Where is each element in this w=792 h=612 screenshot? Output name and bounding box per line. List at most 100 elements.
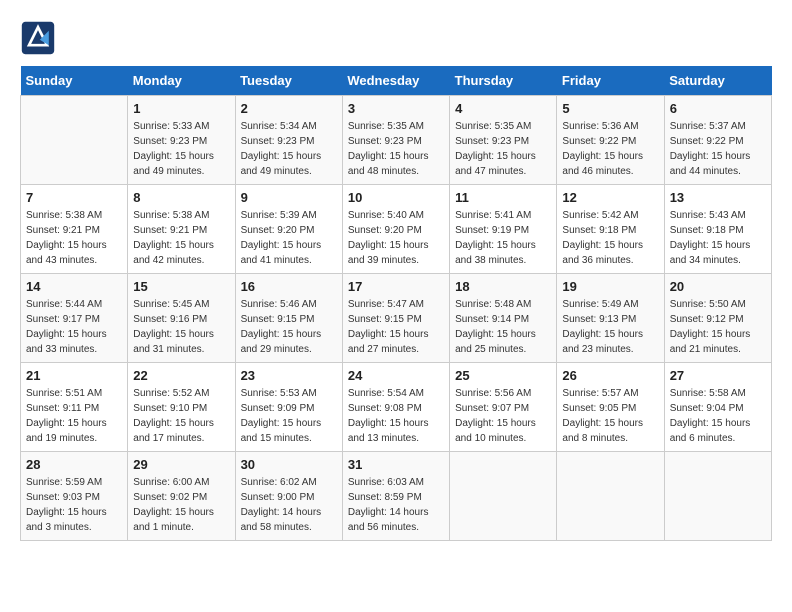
weekday-header-sunday: Sunday bbox=[21, 66, 128, 96]
weekday-header-wednesday: Wednesday bbox=[342, 66, 449, 96]
calendar-cell: 25Sunrise: 5:56 AM Sunset: 9:07 PM Dayli… bbox=[450, 363, 557, 452]
weekday-header-thursday: Thursday bbox=[450, 66, 557, 96]
day-number: 1 bbox=[133, 101, 229, 116]
day-info: Sunrise: 5:51 AM Sunset: 9:11 PM Dayligh… bbox=[26, 386, 122, 446]
calendar-cell: 11 Sunrise: 5:41 AM Sunset: 9:19 PM Dayli… bbox=[450, 185, 557, 274]
calendar-cell: 7 Sunrise: 5:38 AM Sunset: 9:21 PM Daylig… bbox=[21, 185, 128, 274]
calendar-cell: 2Sunrise: 5:34 AM Sunset: 9:23 PM Daylig… bbox=[235, 96, 342, 185]
calendar-cell: 12 Sunrise: 5:42 AM Sunset: 9:18 PM Dayli… bbox=[557, 185, 664, 274]
day-number: 9 bbox=[241, 190, 337, 205]
calendar-cell bbox=[664, 452, 771, 541]
calendar-cell: 18 Sunrise: 5:48 AM Sunset: 9:14 PM Dayli… bbox=[450, 274, 557, 363]
day-number: 7 bbox=[26, 190, 122, 205]
calendar-cell: 29 Sunrise: 6:00 AM Sunset: 9:02 PM Dayli… bbox=[128, 452, 235, 541]
weekday-header-monday: Monday bbox=[128, 66, 235, 96]
day-number: 24 bbox=[348, 368, 444, 383]
calendar-cell bbox=[450, 452, 557, 541]
day-number: 30 bbox=[241, 457, 337, 472]
calendar-cell: 28 Sunrise: 5:59 AM Sunset: 9:03 PM Dayli… bbox=[21, 452, 128, 541]
day-number: 4 bbox=[455, 101, 551, 116]
day-info: Sunrise: 5:35 AM Sunset: 9:23 PM Dayligh… bbox=[455, 119, 551, 179]
day-info: Sunrise: 5:39 AM Sunset: 9:20 PM Dayligh… bbox=[241, 208, 337, 268]
calendar-cell: 31 Sunrise: 6:03 AM Sunset: 8:59 PM Dayli… bbox=[342, 452, 449, 541]
day-number: 26 bbox=[562, 368, 658, 383]
calendar-cell: 22 Sunrise: 5:52 AM Sunset: 9:10 PM Dayli… bbox=[128, 363, 235, 452]
calendar-cell: 20Sunrise: 5:50 AM Sunset: 9:12 PM Dayli… bbox=[664, 274, 771, 363]
day-number: 14 bbox=[26, 279, 122, 294]
day-info: Sunrise: 5:48 AM Sunset: 9:14 PM Dayligh… bbox=[455, 297, 551, 357]
weekday-header-tuesday: Tuesday bbox=[235, 66, 342, 96]
calendar-week-row: 28 Sunrise: 5:59 AM Sunset: 9:03 PM Dayli… bbox=[21, 452, 772, 541]
day-info: Sunrise: 5:36 AM Sunset: 9:22 PM Dayligh… bbox=[562, 119, 658, 179]
day-info: Sunrise: 6:02 AM Sunset: 9:00 PM Dayligh… bbox=[241, 475, 337, 535]
day-info: Sunrise: 5:43 AM Sunset: 9:18 PM Dayligh… bbox=[670, 208, 766, 268]
day-info: Sunrise: 5:56 AM Sunset: 9:07 PM Dayligh… bbox=[455, 386, 551, 446]
calendar-cell: 16 Sunrise: 5:46 AM Sunset: 9:15 PM Dayli… bbox=[235, 274, 342, 363]
calendar-week-row: 7 Sunrise: 5:38 AM Sunset: 9:21 PM Daylig… bbox=[21, 185, 772, 274]
day-number: 18 bbox=[455, 279, 551, 294]
calendar-cell bbox=[557, 452, 664, 541]
day-info: Sunrise: 5:38 AM Sunset: 9:21 PM Dayligh… bbox=[26, 208, 122, 268]
day-info: Sunrise: 5:52 AM Sunset: 9:10 PM Dayligh… bbox=[133, 386, 229, 446]
calendar-cell: 4 Sunrise: 5:35 AM Sunset: 9:23 PM Daylig… bbox=[450, 96, 557, 185]
day-number: 23 bbox=[241, 368, 337, 383]
day-info: Sunrise: 5:42 AM Sunset: 9:18 PM Dayligh… bbox=[562, 208, 658, 268]
day-info: Sunrise: 5:38 AM Sunset: 9:21 PM Dayligh… bbox=[133, 208, 229, 268]
calendar-cell: 19 Sunrise: 5:49 AM Sunset: 9:13 PM Dayli… bbox=[557, 274, 664, 363]
day-info: Sunrise: 6:00 AM Sunset: 9:02 PM Dayligh… bbox=[133, 475, 229, 535]
calendar-cell: 27 Sunrise: 5:58 AM Sunset: 9:04 PM Dayli… bbox=[664, 363, 771, 452]
calendar-cell: 23Sunrise: 5:53 AM Sunset: 9:09 PM Dayli… bbox=[235, 363, 342, 452]
day-number: 19 bbox=[562, 279, 658, 294]
day-number: 3 bbox=[348, 101, 444, 116]
day-number: 29 bbox=[133, 457, 229, 472]
calendar-cell: 5 Sunrise: 5:36 AM Sunset: 9:22 PM Daylig… bbox=[557, 96, 664, 185]
logo-icon bbox=[20, 20, 56, 56]
calendar-cell: 21 Sunrise: 5:51 AM Sunset: 9:11 PM Dayli… bbox=[21, 363, 128, 452]
calendar-cell: 1 Sunrise: 5:33 AM Sunset: 9:23 PM Daylig… bbox=[128, 96, 235, 185]
day-info: Sunrise: 5:35 AM Sunset: 9:23 PM Dayligh… bbox=[348, 119, 444, 179]
day-number: 27 bbox=[670, 368, 766, 383]
day-info: Sunrise: 5:46 AM Sunset: 9:15 PM Dayligh… bbox=[241, 297, 337, 357]
day-info: Sunrise: 5:58 AM Sunset: 9:04 PM Dayligh… bbox=[670, 386, 766, 446]
day-number: 16 bbox=[241, 279, 337, 294]
page-header bbox=[20, 20, 772, 56]
day-number: 6 bbox=[670, 101, 766, 116]
weekday-header-saturday: Saturday bbox=[664, 66, 771, 96]
day-info: Sunrise: 5:41 AM Sunset: 9:19 PM Dayligh… bbox=[455, 208, 551, 268]
calendar-cell: 9 Sunrise: 5:39 AM Sunset: 9:20 PM Daylig… bbox=[235, 185, 342, 274]
calendar-cell: 26 Sunrise: 5:57 AM Sunset: 9:05 PM Dayli… bbox=[557, 363, 664, 452]
calendar-week-row: 21 Sunrise: 5:51 AM Sunset: 9:11 PM Dayli… bbox=[21, 363, 772, 452]
day-info: Sunrise: 5:33 AM Sunset: 9:23 PM Dayligh… bbox=[133, 119, 229, 179]
calendar-cell: 13 Sunrise: 5:43 AM Sunset: 9:18 PM Dayli… bbox=[664, 185, 771, 274]
day-number: 5 bbox=[562, 101, 658, 116]
day-number: 11 bbox=[455, 190, 551, 205]
day-number: 21 bbox=[26, 368, 122, 383]
day-number: 13 bbox=[670, 190, 766, 205]
calendar-table: SundayMondayTuesdayWednesdayThursdayFrid… bbox=[20, 66, 772, 541]
calendar-cell: 3 Sunrise: 5:35 AM Sunset: 9:23 PM Daylig… bbox=[342, 96, 449, 185]
day-number: 22 bbox=[133, 368, 229, 383]
day-number: 15 bbox=[133, 279, 229, 294]
day-info: Sunrise: 5:34 AM Sunset: 9:23 PM Dayligh… bbox=[241, 119, 337, 179]
calendar-cell: 14 Sunrise: 5:44 AM Sunset: 9:17 PM Dayli… bbox=[21, 274, 128, 363]
calendar-cell bbox=[21, 96, 128, 185]
day-info: Sunrise: 5:44 AM Sunset: 9:17 PM Dayligh… bbox=[26, 297, 122, 357]
calendar-week-row: 14 Sunrise: 5:44 AM Sunset: 9:17 PM Dayli… bbox=[21, 274, 772, 363]
calendar-cell: 8Sunrise: 5:38 AM Sunset: 9:21 PM Daylig… bbox=[128, 185, 235, 274]
calendar-cell: 10Sunrise: 5:40 AM Sunset: 9:20 PM Dayli… bbox=[342, 185, 449, 274]
weekday-header-row: SundayMondayTuesdayWednesdayThursdayFrid… bbox=[21, 66, 772, 96]
day-number: 10 bbox=[348, 190, 444, 205]
weekday-header-friday: Friday bbox=[557, 66, 664, 96]
day-number: 28 bbox=[26, 457, 122, 472]
day-info: Sunrise: 5:47 AM Sunset: 9:15 PM Dayligh… bbox=[348, 297, 444, 357]
calendar-cell: 6Sunrise: 5:37 AM Sunset: 9:22 PM Daylig… bbox=[664, 96, 771, 185]
calendar-week-row: 1 Sunrise: 5:33 AM Sunset: 9:23 PM Daylig… bbox=[21, 96, 772, 185]
day-info: Sunrise: 5:59 AM Sunset: 9:03 PM Dayligh… bbox=[26, 475, 122, 535]
day-number: 12 bbox=[562, 190, 658, 205]
day-info: Sunrise: 5:49 AM Sunset: 9:13 PM Dayligh… bbox=[562, 297, 658, 357]
day-info: Sunrise: 5:50 AM Sunset: 9:12 PM Dayligh… bbox=[670, 297, 766, 357]
day-info: Sunrise: 6:03 AM Sunset: 8:59 PM Dayligh… bbox=[348, 475, 444, 535]
day-number: 31 bbox=[348, 457, 444, 472]
day-info: Sunrise: 5:57 AM Sunset: 9:05 PM Dayligh… bbox=[562, 386, 658, 446]
day-info: Sunrise: 5:45 AM Sunset: 9:16 PM Dayligh… bbox=[133, 297, 229, 357]
